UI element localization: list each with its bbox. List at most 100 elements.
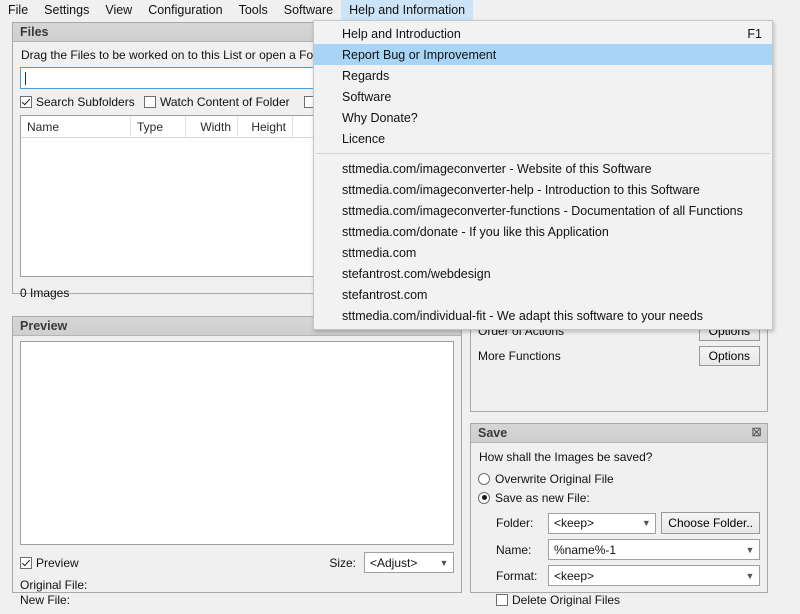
more-functions-label: More Functions	[478, 349, 561, 363]
checkbox-preview[interactable]: Preview	[20, 556, 79, 570]
name-field-row: Name: %name%-1 ▼	[478, 539, 760, 560]
preview-panel: Preview ☒ Preview Size: <Adjust> ▼ Origi…	[12, 316, 462, 607]
preview-file-info: Original File: New File:	[20, 578, 454, 608]
menu-link-individual-fit[interactable]: sttmedia.com/individual-fit - We adapt t…	[314, 305, 772, 326]
checkbox-watch-content-of-folder-label: Watch Content of Folder	[160, 95, 290, 109]
choose-folder-button[interactable]: Choose Folder..	[661, 512, 760, 534]
radio-overwrite-original-file-label: Overwrite Original File	[495, 471, 614, 486]
menu-link-stefantrost[interactable]: stefantrost.com	[314, 284, 772, 305]
help-and-information-menu: Help and Introduction F1 Report Bug or I…	[313, 20, 773, 330]
folder-field-row: Folder: <keep> ▼ Choose Folder..	[478, 512, 760, 534]
preview-panel-title-label: Preview	[20, 319, 68, 333]
checkbox-delete-original-files[interactable]: Delete Original Files	[478, 593, 760, 607]
format-dropdown[interactable]: <keep> ▼	[548, 565, 760, 586]
folder-label: Folder:	[496, 516, 534, 530]
menubar-item-view[interactable]: View	[97, 0, 140, 20]
menu-item-label: sttmedia.com/donate - If you like this A…	[342, 224, 609, 239]
menu-item-licence[interactable]: Licence	[314, 128, 772, 149]
menu-item-label: Help and Introduction	[342, 26, 461, 41]
menubar-item-software[interactable]: Software	[276, 0, 341, 20]
format-label: Format:	[496, 568, 538, 583]
checkbox-search-subfolders-label: Search Subfolders	[36, 95, 135, 109]
menu-item-regards[interactable]: Regards	[314, 65, 772, 86]
menu-separator	[316, 153, 770, 154]
save-question-label: How shall the Images be saved?	[479, 450, 653, 464]
menu-item-report-bug-or-improvement[interactable]: Report Bug or Improvement	[314, 44, 772, 65]
menu-item-why-donate[interactable]: Why Donate?	[314, 107, 772, 128]
name-label: Name:	[496, 542, 532, 557]
menu-item-label: Software	[342, 89, 392, 104]
size-label: Size:	[329, 555, 356, 570]
chevron-down-icon: ▼	[439, 557, 449, 568]
menu-item-software[interactable]: Software	[314, 86, 772, 107]
files-panel-title-label: Files	[20, 25, 49, 39]
size-dropdown[interactable]: <Adjust> ▼	[364, 552, 454, 573]
action-row-more-functions: More Functions Options	[478, 345, 760, 367]
save-panel-title: Save ☒	[471, 424, 767, 443]
menu-item-label: Why Donate?	[342, 110, 418, 125]
radio-overwrite-original-file[interactable]: Overwrite Original File	[478, 469, 760, 488]
menubar-item-tools[interactable]: Tools	[231, 0, 276, 20]
menu-item-label: Report Bug or Improvement	[342, 47, 497, 62]
menu-item-label: sttmedia.com/imageconverter - Website of…	[342, 161, 652, 176]
size-dropdown-value: <Adjust>	[370, 555, 418, 570]
menu-item-help-and-introduction[interactable]: Help and Introduction F1	[314, 23, 772, 44]
menu-item-label: Regards	[342, 68, 390, 83]
name-dropdown-value: %name%-1	[554, 542, 617, 557]
save-panel: Save ☒ How shall the Images be saved? Ov…	[470, 423, 768, 607]
menu-item-label: sttmedia.com/imageconverter-help - Intro…	[342, 182, 700, 197]
chevron-down-icon: ▼	[745, 570, 755, 581]
menu-link-stefantrost-webdesign[interactable]: stefantrost.com/webdesign	[314, 263, 772, 284]
radio-save-as-new-file[interactable]: Save as new File:	[478, 488, 760, 507]
menu-bar: File Settings View Configuration Tools S…	[0, 0, 800, 20]
menu-item-shortcut: F1	[747, 26, 762, 41]
checkbox-delete-original-files-label: Delete Original Files	[512, 593, 621, 607]
chevron-down-icon: ▼	[745, 544, 755, 555]
save-panel-body: How shall the Images be saved? Overwrite…	[471, 443, 767, 613]
menubar-item-file[interactable]: File	[0, 0, 36, 20]
menu-item-label: Licence	[342, 131, 386, 146]
menu-item-label: stefantrost.com/webdesign	[342, 266, 491, 281]
new-file-label: New File:	[20, 593, 71, 607]
more-functions-options-button[interactable]: Options	[698, 346, 760, 366]
chevron-down-icon: ▼	[641, 518, 651, 528]
menu-item-label: sttmedia.com/imageconverter-functions - …	[342, 203, 743, 218]
menu-link-imageconverter-website[interactable]: sttmedia.com/imageconverter - Website of…	[314, 158, 772, 179]
name-dropdown[interactable]: %name%-1 ▼	[548, 539, 760, 560]
column-header-type[interactable]: Type	[131, 116, 186, 137]
image-count-label: 0 Images	[20, 286, 70, 300]
radio-icon	[478, 472, 490, 485]
menu-link-donate[interactable]: sttmedia.com/donate - If you like this A…	[314, 221, 772, 242]
menu-link-imageconverter-help[interactable]: sttmedia.com/imageconverter-help - Intro…	[314, 179, 772, 200]
checkbox-icon	[20, 556, 32, 569]
menubar-item-help-and-information[interactable]: Help and Information	[341, 0, 474, 20]
menu-link-imageconverter-functions[interactable]: sttmedia.com/imageconverter-functions - …	[314, 200, 772, 221]
checkbox-preview-label: Preview	[36, 555, 79, 570]
save-panel-title-label: Save	[478, 426, 508, 440]
folder-dropdown[interactable]: <keep> ▼	[548, 512, 657, 534]
format-dropdown-value: <keep>	[554, 568, 595, 583]
close-icon[interactable]: ☒	[750, 427, 763, 440]
folder-dropdown-value: <keep>	[554, 516, 595, 530]
menu-item-label: sttmedia.com/individual-fit - We adapt t…	[342, 308, 704, 323]
checkbox-watch-content-of-folder[interactable]: Watch Content of Folder	[144, 95, 304, 109]
radio-save-as-new-file-label: Save as new File:	[495, 490, 590, 505]
text-cursor-icon	[25, 71, 26, 85]
preview-controls-row: Preview Size: <Adjust> ▼	[20, 552, 454, 573]
original-file-label: Original File:	[20, 578, 88, 592]
menubar-item-configuration[interactable]: Configuration	[140, 0, 230, 20]
actions-panel: Order of Actions Options More Functions …	[470, 316, 768, 412]
format-field-row: Format: <keep> ▼	[478, 565, 760, 586]
checkbox-search-subfolders[interactable]: Search Subfolders	[20, 95, 144, 109]
checkbox-icon	[496, 594, 508, 606]
menu-item-label: sttmedia.com	[342, 245, 417, 260]
checkbox-icon	[20, 96, 32, 108]
column-header-width[interactable]: Width	[186, 116, 238, 137]
preview-panel-body: Preview Size: <Adjust> ▼ Original File: …	[13, 336, 461, 614]
column-header-height[interactable]: Height	[238, 116, 293, 137]
preview-image-area[interactable]	[20, 341, 454, 545]
menu-link-sttmedia[interactable]: sttmedia.com	[314, 242, 772, 263]
column-header-name[interactable]: Name	[21, 116, 131, 137]
checkbox-icon	[144, 96, 156, 108]
menubar-item-settings[interactable]: Settings	[36, 0, 97, 20]
